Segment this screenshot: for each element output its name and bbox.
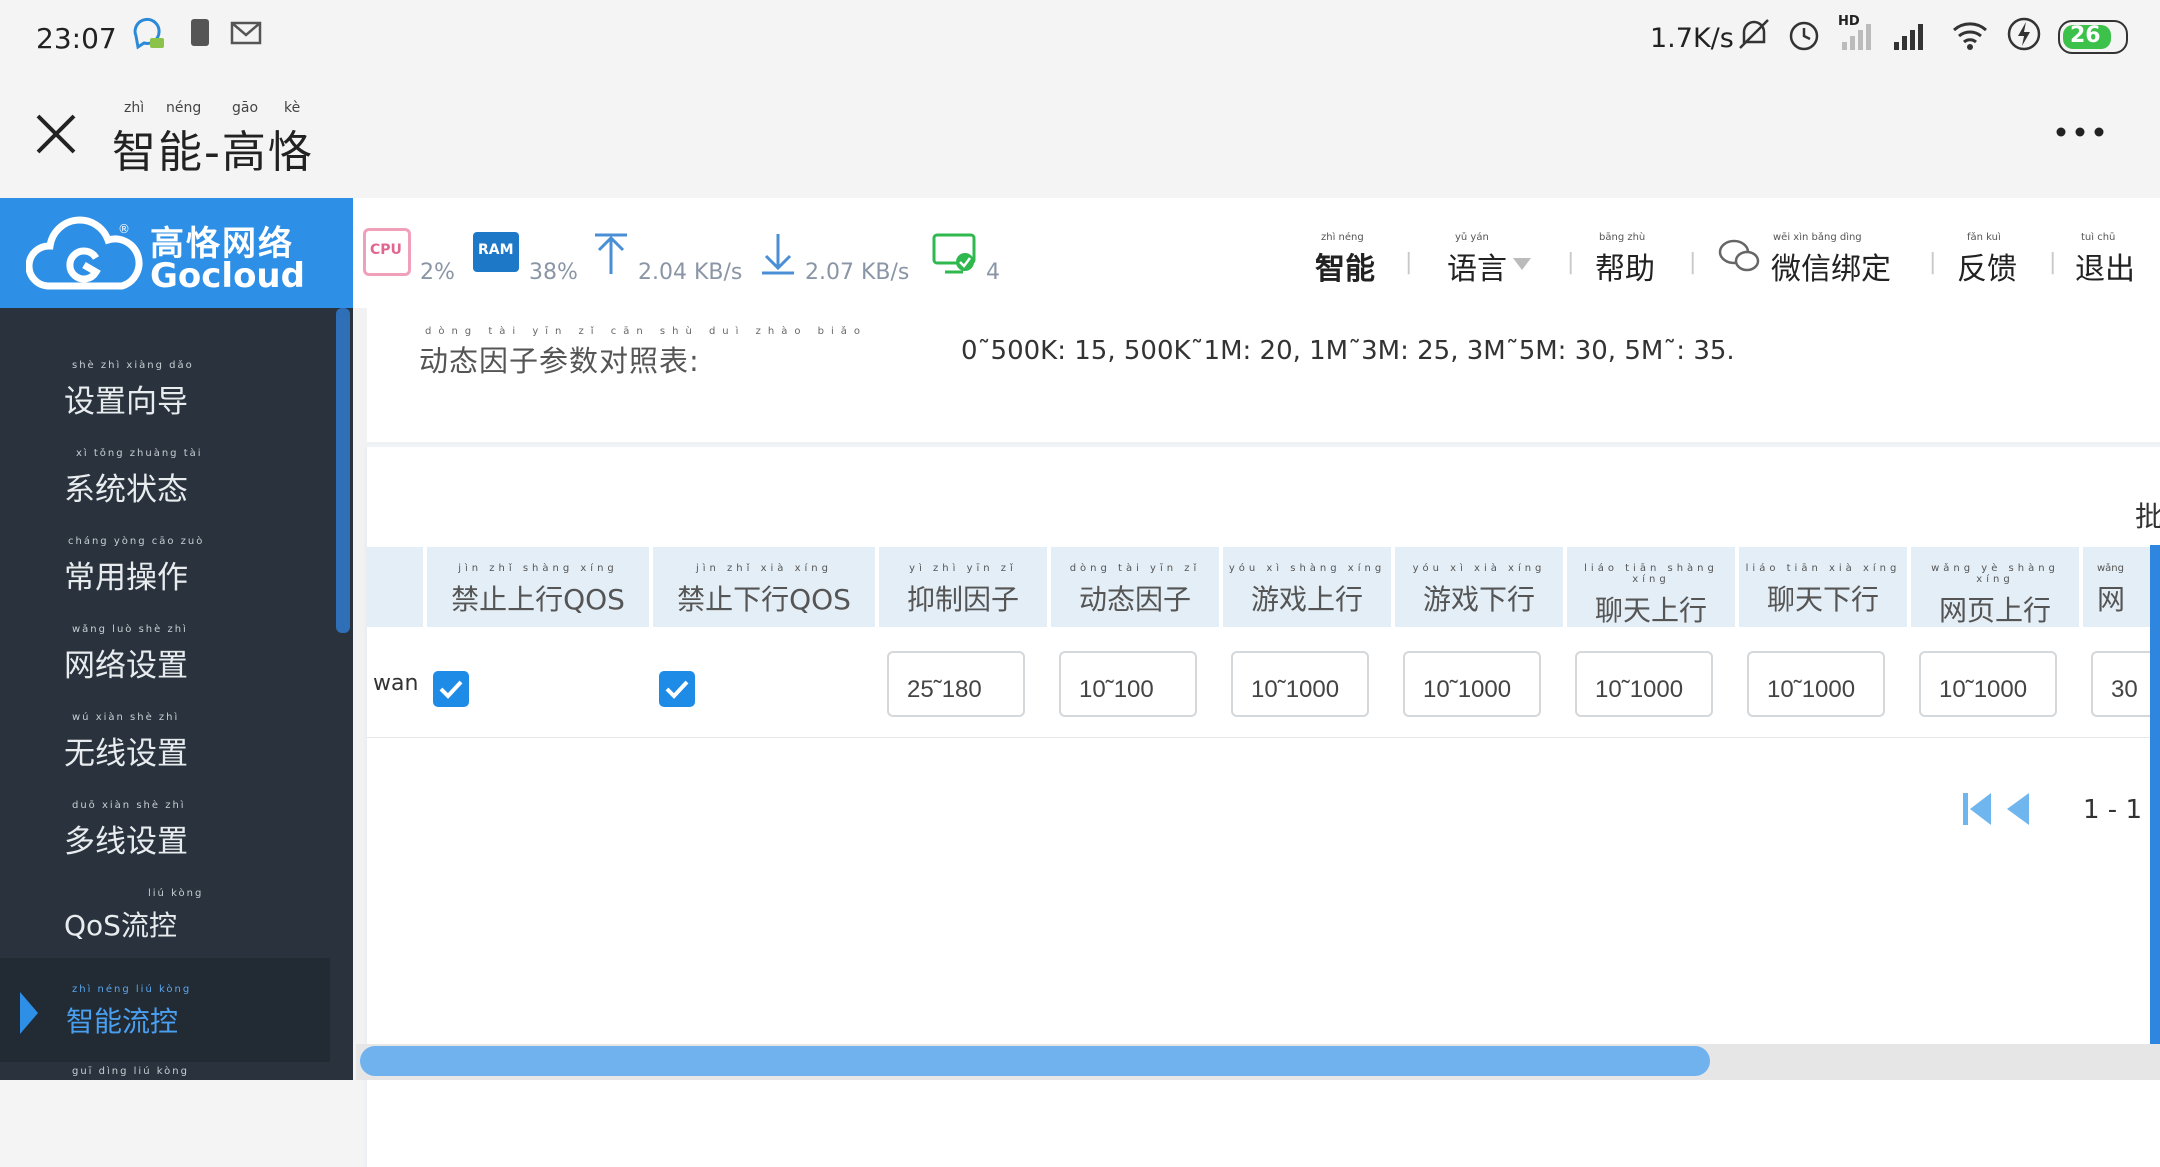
mute-icon [1739, 19, 1769, 49]
sidebar-item-multiline[interactable]: duō xiàn shè zhì 多线设置 [0, 800, 336, 870]
disable-upload-qos-checkbox[interactable] [433, 671, 469, 707]
batch-label: 批 [2135, 500, 2160, 533]
sidebar-item-wireless[interactable]: wú xiàn shè zhì 无线设置 [0, 712, 336, 782]
dynamic-factor-table: 0˜500K: 15, 500K˜1M: 20, 1M˜3M: 25, 3M˜5… [961, 336, 1735, 366]
nav-wechat-bind[interactable]: 微信绑定 [1771, 244, 1891, 288]
nav-help[interactable]: 帮助 [1595, 244, 1655, 288]
net-speed: 1.7K/s [1650, 23, 1734, 54]
col-header: wǎng yè shàng xíng 网页上行 [1911, 547, 2079, 627]
col-header: jìn zhǐ xià xíng 禁止下行QOS [653, 547, 875, 627]
game-upload-input[interactable] [1231, 651, 1369, 717]
content-vertical-scrollbar[interactable] [2150, 545, 2160, 1045]
sidebar-item-smart-flow[interactable]: zhì néng liú kòng 智能流控 [0, 958, 330, 1062]
cpu-icon: CPU [363, 228, 411, 276]
device-count: 4 [986, 260, 1000, 285]
nav-feedback[interactable]: 反馈 [1957, 244, 2017, 288]
col-header: yóu xì shàng xíng 游戏上行 [1223, 547, 1391, 627]
disable-download-qos-checkbox[interactable] [659, 671, 695, 707]
col-header: yì zhì yīn zǐ 抑制因子 [879, 547, 1047, 627]
col-header: wǎng 网 [2083, 547, 2160, 627]
sidebar: shè zhì xiàng dǎo 设置向导 xì tǒng zhuàng tà… [0, 308, 353, 1080]
cpu-value: 2% [420, 260, 455, 285]
download-speed: 2.07 KB/s [805, 260, 910, 285]
sim-icon [191, 19, 209, 46]
status-time: 23:07 [36, 22, 117, 55]
nav-language[interactable]: 语言 [1447, 244, 1507, 288]
sidebar-item-rule-flow[interactable]: guī dìng liú kòng [0, 1066, 336, 1080]
sidebar-item-qos[interactable]: liú kòng QoS流控 [0, 888, 336, 958]
suppress-factor-input[interactable] [887, 651, 1025, 717]
col-header: yóu xì xià xíng 游戏下行 [1395, 547, 1563, 627]
sidebar-item-common-ops[interactable]: cháng yòng cāo zuò 常用操作 [0, 536, 336, 606]
nav-smart[interactable]: 智能 [1315, 244, 1375, 288]
dynamic-factor-input[interactable] [1059, 651, 1197, 717]
upload-arrow-icon [595, 233, 627, 274]
sidebar-item-setup-wizard[interactable]: shè zhì xiàng dǎo 设置向导 [0, 360, 336, 430]
alarm-icon [1789, 21, 1819, 51]
more-icon[interactable] [2055, 126, 2105, 138]
dynamic-factor-label: 动态因子参数对照表: [419, 344, 700, 378]
col-header: dòng tài yīn zǐ 动态因子 [1051, 547, 1219, 627]
lightning-icon [2007, 17, 2041, 51]
dynamic-factor-panel: dòng tài yīn zǐ cān shù duì zhào biǎo 动态… [367, 308, 2160, 442]
wifi-icon [1953, 22, 1987, 50]
logo-en: Gocloud [150, 256, 305, 296]
chevron-down-icon[interactable] [1513, 258, 1531, 270]
battery-icon: 26 [2058, 20, 2128, 54]
ram-icon: RAM [473, 232, 519, 272]
sidebar-item-network[interactable]: wǎng luò shè zhì 网络设置 [0, 624, 336, 694]
mail-icon [230, 21, 262, 45]
horizontal-scrollbar[interactable] [360, 1046, 1710, 1076]
close-icon[interactable] [32, 110, 80, 158]
status-bar: 23:07 1.7K/s HD 26 [0, 0, 2160, 75]
chat-upload-input[interactable] [1575, 651, 1713, 717]
signal-icon [1894, 24, 1923, 50]
pager-range: 1 - 1 [2083, 795, 2142, 825]
title-bar [0, 75, 2160, 197]
web-upload-input[interactable] [1919, 651, 2057, 717]
col-header: liáo tiān xià xíng 聊天下行 [1739, 547, 1907, 627]
first-page-icon[interactable] [1961, 791, 1993, 827]
app-header: CPU 2% RAM 38% 2.04 KB/s 2.07 KB/s 4 zhì… [353, 198, 2160, 308]
sidebar-item-system-status[interactable]: xì tǒng zhuàng tài 系统状态 [0, 448, 336, 518]
chat-download-input[interactable] [1747, 651, 1885, 717]
nav-logout[interactable]: 退出 [2075, 244, 2135, 288]
checkmark-icon [665, 680, 689, 699]
wechat-icon [1718, 239, 1760, 272]
main-content: dòng tài yīn zǐ cān shù duì zhào biǎo 动态… [353, 308, 2160, 1167]
upload-speed: 2.04 KB/s [638, 260, 743, 285]
table-row: wan [367, 637, 2160, 738]
online-devices-icon [932, 233, 976, 274]
chat-bubble-icon [133, 17, 164, 50]
page-title: 智能-高恪 [112, 127, 314, 178]
sidebar-scrollbar[interactable] [336, 308, 350, 633]
gocloud-logo[interactable]: ® 高恪网络 Gocloud [0, 198, 353, 308]
col-header: jìn zhǐ shàng xíng 禁止上行QOS [427, 547, 649, 627]
signal-icon [1842, 24, 1871, 50]
table-header-row: jìn zhǐ shàng xíng 禁止上行QOS jìn zhǐ xià x… [367, 547, 2160, 629]
col-header: liáo tiān shàng xíng 聊天上行 [1567, 547, 1735, 627]
row-name: wan [373, 671, 419, 696]
game-download-input[interactable] [1403, 651, 1541, 717]
battery-level: 26 [2070, 23, 2101, 48]
ram-value: 38% [529, 260, 578, 285]
prev-page-icon[interactable] [2003, 791, 2031, 827]
download-arrow-icon [762, 234, 794, 275]
checkmark-icon [439, 680, 463, 699]
active-arrow-icon [20, 992, 38, 1034]
